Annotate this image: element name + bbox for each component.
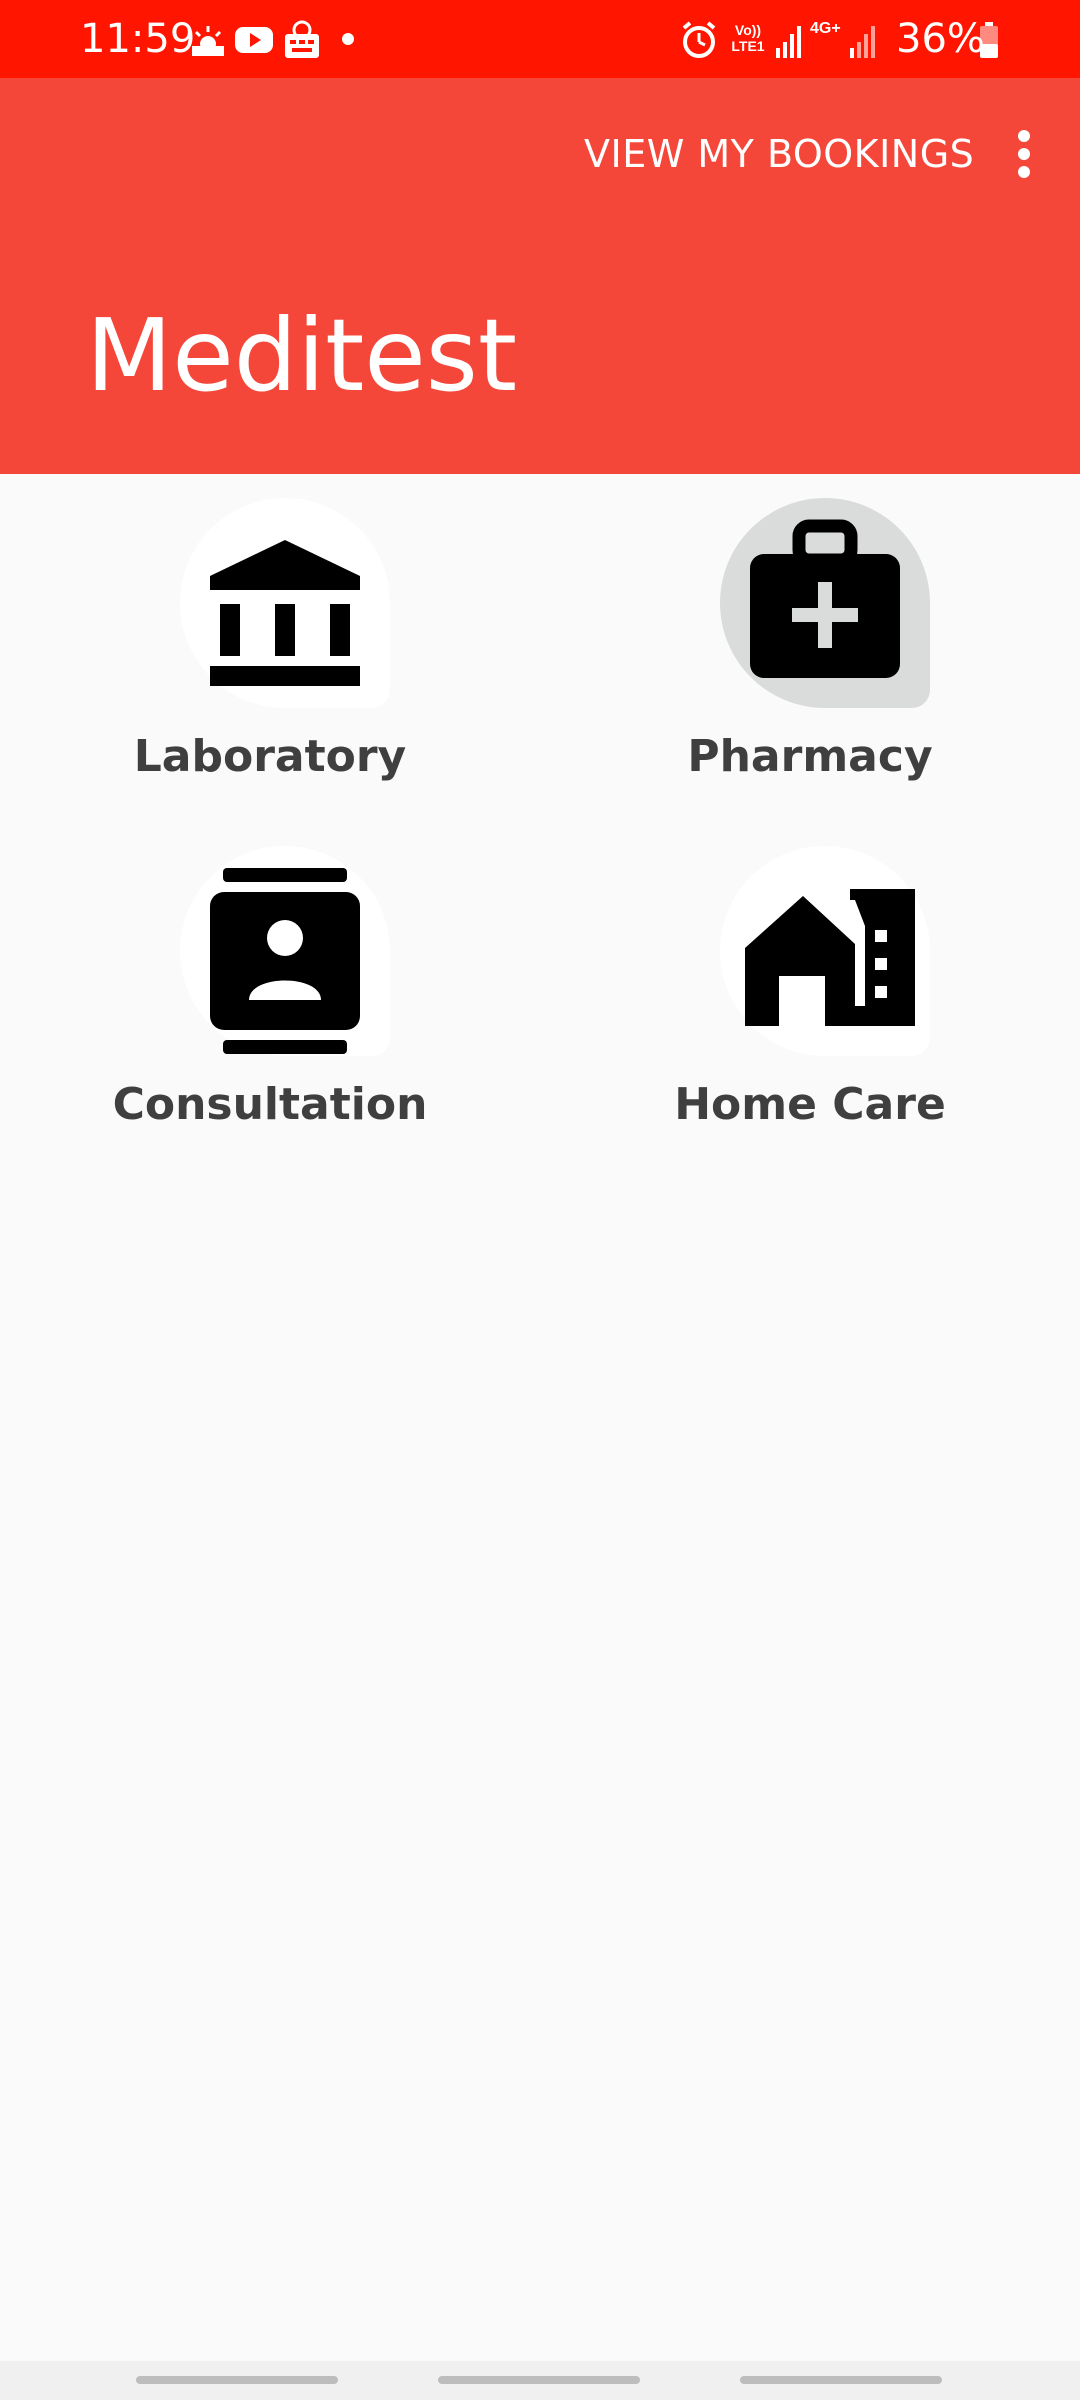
service-tile-pharmacy[interactable]: Pharmacy xyxy=(630,498,990,808)
back-button[interactable] xyxy=(740,2376,942,2384)
network-type: 4G+ xyxy=(810,20,841,37)
home-button[interactable] xyxy=(438,2376,640,2384)
service-tile-consultation[interactable]: Consultation xyxy=(90,846,450,1156)
page-title: Meditest xyxy=(86,297,518,414)
status-bar: 11:59 Vo)) LTE1 4G+ 36% xyxy=(0,0,1080,78)
more-vert-icon[interactable] xyxy=(1004,122,1044,186)
icon-container xyxy=(180,846,390,1056)
app-bar: VIEW MY BOOKINGS Meditest xyxy=(0,78,1080,474)
weather-icon xyxy=(192,26,224,56)
service-label: Consultation xyxy=(112,1079,428,1130)
service-tile-home-care[interactable]: Home Care xyxy=(630,846,990,1156)
institution-icon xyxy=(210,540,360,686)
system-nav-bar xyxy=(0,2361,1080,2400)
battery-icon xyxy=(980,22,998,58)
more-notifications-dot xyxy=(342,33,354,45)
service-label: Pharmacy xyxy=(687,731,933,782)
service-tile-laboratory[interactable]: Laboratory xyxy=(90,498,450,808)
home-building-icon xyxy=(745,889,915,1026)
alarm-icon xyxy=(682,21,716,58)
contact-card-icon xyxy=(210,868,360,1054)
recents-button[interactable] xyxy=(136,2376,338,2384)
app-notification-icon xyxy=(285,20,319,58)
service-label: Home Care xyxy=(674,1079,946,1130)
signal-icon xyxy=(776,26,801,58)
icon-container xyxy=(180,498,390,708)
status-time: 11:59 xyxy=(80,16,196,62)
battery-percentage: 36% xyxy=(896,16,985,62)
icon-container xyxy=(720,846,930,1056)
youtube-icon xyxy=(235,27,273,53)
icon-container xyxy=(720,498,930,708)
service-label: Laboratory xyxy=(133,731,407,782)
volte-icon: Vo)) LTE1 xyxy=(731,22,765,54)
view-bookings-button[interactable]: VIEW MY BOOKINGS xyxy=(584,128,974,180)
signal-icon-2 xyxy=(850,26,875,58)
medical-bag-icon xyxy=(750,519,900,678)
